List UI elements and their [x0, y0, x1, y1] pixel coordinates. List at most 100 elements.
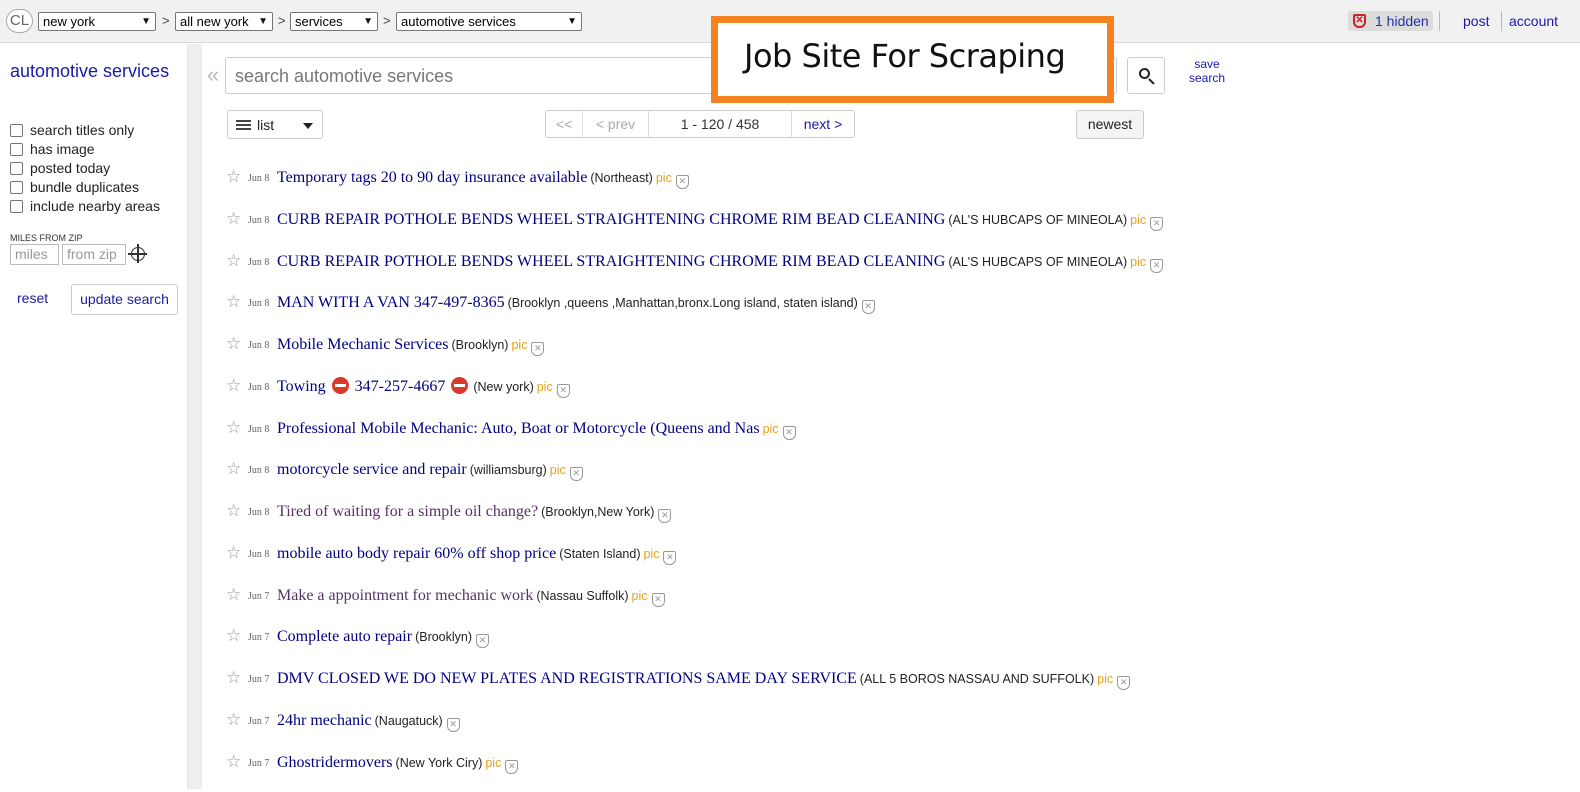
- favorite-star-icon[interactable]: ☆: [226, 500, 241, 522]
- posting-neighborhood: (Nassau Suffolk): [536, 589, 628, 603]
- pic-tag: pic: [1130, 213, 1146, 227]
- post-link[interactable]: post: [1463, 13, 1489, 29]
- category-title[interactable]: automotive services: [10, 61, 180, 82]
- pic-tag: pic: [537, 380, 553, 394]
- result-row: ☆ Jun 7 Ghostridermovers(New York Ciry)p…: [226, 751, 1526, 792]
- hide-posting-icon[interactable]: ✕: [505, 760, 518, 774]
- hidden-posts-toggle[interactable]: ✕ 1 hidden: [1348, 11, 1433, 31]
- breadcrumb-separator: >: [278, 13, 286, 28]
- page-range-label: 1 - 120 / 458: [649, 111, 792, 137]
- posting-title-link[interactable]: Ghostridermovers: [277, 754, 393, 771]
- hide-posting-icon[interactable]: ✕: [447, 718, 460, 732]
- prev-page-button[interactable]: < prev: [583, 111, 649, 137]
- hide-posting-icon[interactable]: ✕: [652, 593, 665, 607]
- checkbox[interactable]: [10, 143, 23, 156]
- filter-label: include nearby areas: [30, 198, 160, 214]
- posting-title-link[interactable]: 24hr mechanic: [277, 712, 372, 729]
- view-mode-label: list: [257, 117, 274, 133]
- hide-posting-icon[interactable]: ✕: [663, 551, 676, 565]
- hide-posting-icon[interactable]: ✕: [783, 426, 796, 440]
- posting-neighborhood: (Brooklyn ,queens ,Manhattan,bronx.Long …: [508, 296, 858, 310]
- favorite-star-icon[interactable]: ☆: [226, 751, 241, 773]
- checkbox[interactable]: [10, 124, 23, 137]
- collapse-sidebar-icon[interactable]: «: [207, 62, 219, 88]
- hide-posting-icon[interactable]: ✕: [570, 467, 583, 481]
- miles-input[interactable]: miles: [10, 244, 59, 265]
- favorite-star-icon[interactable]: ☆: [226, 584, 241, 606]
- favorite-star-icon[interactable]: ☆: [226, 375, 241, 397]
- breadcrumb-subarea-select[interactable]: all new york ▼: [175, 12, 273, 31]
- favorite-star-icon[interactable]: ☆: [226, 250, 241, 272]
- posting-title-link[interactable]: DMV CLOSED WE DO NEW PLATES AND REGISTRA…: [277, 670, 857, 687]
- hide-posting-icon[interactable]: ✕: [676, 175, 689, 189]
- posting-date: Jun 8: [248, 507, 269, 518]
- favorite-star-icon[interactable]: ☆: [226, 208, 241, 230]
- update-search-button[interactable]: update search: [71, 284, 178, 315]
- posting-date: Jun 8: [248, 382, 269, 393]
- posting-neighborhood: (Northeast): [590, 171, 653, 185]
- favorite-star-icon[interactable]: ☆: [226, 333, 241, 355]
- posting-title-link[interactable]: MAN WITH A VAN 347-497-8365: [277, 294, 505, 311]
- posting-title-link[interactable]: CURB REPAIR POTHOLE BENDS WHEEL STRAIGHT…: [277, 253, 945, 270]
- favorite-star-icon[interactable]: ☆: [226, 166, 241, 188]
- posting-date: Jun 8: [248, 465, 269, 476]
- favorite-star-icon[interactable]: ☆: [226, 291, 241, 313]
- result-row: ☆ Jun 8 mobile auto body repair 60% off …: [226, 542, 1526, 584]
- first-page-button[interactable]: <<: [546, 111, 583, 137]
- hide-posting-icon[interactable]: ✕: [476, 634, 489, 648]
- posting-title-link[interactable]: Tired of waiting for a simple oil change…: [277, 503, 538, 520]
- search-button[interactable]: [1127, 57, 1165, 94]
- chevron-down-icon: ▼: [258, 13, 268, 30]
- hide-posting-icon[interactable]: ✕: [658, 509, 671, 523]
- posting-title-link[interactable]: Complete auto repair: [277, 628, 412, 645]
- view-mode-select[interactable]: list: [227, 110, 323, 139]
- next-page-button[interactable]: next >: [792, 111, 854, 137]
- pic-tag: pic: [485, 756, 501, 770]
- hide-posting-icon[interactable]: ✕: [531, 342, 544, 356]
- result-row: ☆ Jun 7 DMV CLOSED WE DO NEW PLATES AND …: [226, 667, 1526, 709]
- reset-link[interactable]: reset: [17, 290, 48, 306]
- posting-date: Jun 8: [248, 298, 269, 309]
- craigslist-logo[interactable]: CL: [6, 9, 33, 33]
- checkbox[interactable]: [10, 200, 23, 213]
- favorite-star-icon[interactable]: ☆: [226, 417, 241, 439]
- save-search-link[interactable]: save search: [1183, 57, 1231, 85]
- posting-title-link[interactable]: Temporary tags 20 to 90 day insurance av…: [277, 169, 587, 186]
- breadcrumb-category-select[interactable]: automotive services ▼: [396, 12, 582, 31]
- result-row: ☆ Jun 7 24hr mechanic(Naugatuck)✕: [226, 709, 1526, 751]
- sort-newest-button[interactable]: newest: [1076, 110, 1144, 139]
- hide-posting-icon[interactable]: ✕: [557, 384, 570, 398]
- posting-title-link[interactable]: motorcycle service and repair: [277, 461, 467, 478]
- hide-posting-icon[interactable]: ✕: [1150, 217, 1163, 231]
- posting-title-link[interactable]: Mobile Mechanic Services: [277, 336, 449, 353]
- checkbox[interactable]: [10, 181, 23, 194]
- favorite-star-icon[interactable]: ☆: [226, 709, 241, 731]
- posting-title-link[interactable]: mobile auto body repair 60% off shop pri…: [277, 545, 556, 562]
- pic-tag: pic: [643, 547, 659, 561]
- breadcrumb-section-select[interactable]: services ▼: [290, 12, 378, 31]
- hide-posting-icon[interactable]: ✕: [1150, 259, 1163, 273]
- account-link[interactable]: account: [1509, 13, 1558, 29]
- pagination: << < prev 1 - 120 / 458 next >: [545, 110, 855, 138]
- zip-input[interactable]: from zip: [62, 244, 126, 265]
- hide-posting-icon[interactable]: ✕: [862, 300, 875, 314]
- posting-title-link[interactable]: Towing 347-257-4667: [277, 378, 470, 395]
- favorite-star-icon[interactable]: ☆: [226, 542, 241, 564]
- annotation-text: Job Site For Scraping: [744, 37, 1065, 75]
- posting-title-link[interactable]: CURB REPAIR POTHOLE BENDS WHEEL STRAIGHT…: [277, 211, 945, 228]
- search-icon-handle: [1148, 78, 1154, 84]
- favorite-star-icon[interactable]: ☆: [226, 625, 241, 647]
- breadcrumb-region-select[interactable]: new york ▼: [38, 12, 156, 31]
- favorite-star-icon[interactable]: ☆: [226, 667, 241, 689]
- result-row: ☆ Jun 8 CURB REPAIR POTHOLE BENDS WHEEL …: [226, 250, 1526, 292]
- favorite-star-icon[interactable]: ☆: [226, 458, 241, 480]
- hide-posting-icon[interactable]: ✕: [1117, 676, 1130, 690]
- posting-title-link[interactable]: Professional Mobile Mechanic: Auto, Boat…: [277, 420, 760, 437]
- posting-neighborhood: (New york): [473, 380, 533, 394]
- save-search-line2: search: [1183, 71, 1231, 85]
- miles-placeholder: miles: [15, 246, 48, 262]
- pic-tag: pic: [1130, 255, 1146, 269]
- posting-title-link[interactable]: Make a appointment for mechanic work: [277, 587, 533, 604]
- checkbox[interactable]: [10, 162, 23, 175]
- locate-crosshair-icon[interactable]: [131, 247, 145, 261]
